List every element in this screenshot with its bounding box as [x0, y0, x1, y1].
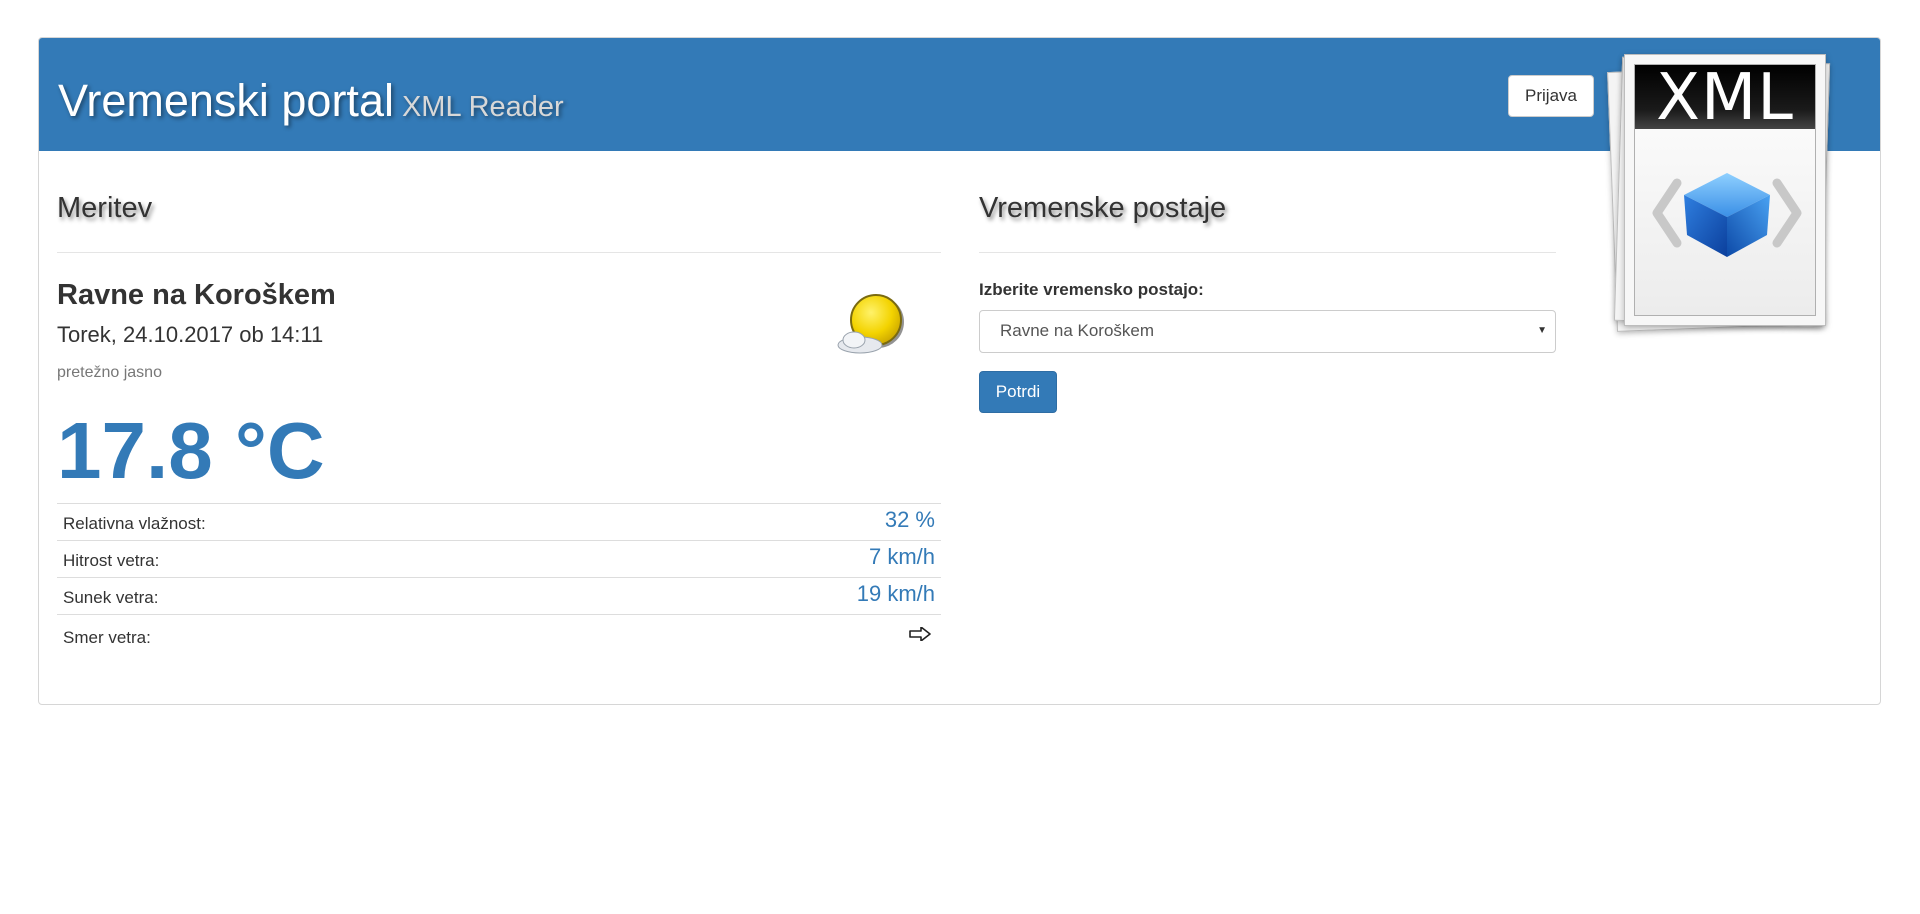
partly-cloudy-sun-icon	[837, 294, 904, 354]
wind-direction-label: Smer vetra:	[63, 628, 151, 647]
humidity-value: 32 %	[884, 507, 935, 532]
xml-sheet-front: XML	[1624, 54, 1826, 326]
wind-speed-value: 7 km/h	[868, 544, 935, 569]
station-select-label: Izberite vremensko postajo:	[979, 280, 1204, 299]
wind-gust-label: Sunek vetra:	[63, 588, 159, 607]
xml-sheet-inner: XML	[1634, 64, 1816, 316]
temperature-value: 17.8 °C	[57, 406, 325, 495]
weather-condition: pretežno jasno	[57, 364, 162, 381]
location-name: Ravne na Koroškem	[57, 279, 336, 311]
measurement-divider	[57, 252, 941, 253]
table-row: Sunek vetra: 19 km/h	[57, 577, 941, 614]
cube-icon	[1652, 173, 1802, 257]
measurement-section-title: Meritev	[57, 192, 153, 224]
chevron-down-icon: ▼	[1537, 325, 1547, 336]
xml-file-icon: XML	[1602, 52, 1838, 342]
table-row: Hitrost vetra: 7 km/h	[57, 540, 941, 577]
station-select[interactable]: Ravne na Koroškem ▼	[979, 310, 1556, 353]
xml-logo-text: XML	[1635, 65, 1815, 131]
app-brand: Vremenski portal XML Reader	[58, 75, 564, 127]
login-button[interactable]: Prijava	[1508, 75, 1594, 117]
station-select-value: Ravne na Koroškem	[1000, 321, 1155, 340]
humidity-label: Relativna vlažnost:	[63, 514, 206, 533]
wind-gust-value: 19 km/h	[856, 581, 935, 606]
stations-section-title: Vremenske postaje	[979, 192, 1227, 224]
stations-divider	[979, 252, 1556, 253]
submit-button[interactable]: Potrdi	[979, 371, 1057, 413]
wind-speed-label: Hitrost vetra:	[63, 551, 160, 570]
measurement-datetime: Torek, 24.10.2017 ob 14:11	[57, 322, 324, 347]
app-subtitle: XML Reader	[401, 91, 564, 123]
table-row: Smer vetra:	[57, 614, 941, 656]
app-title: Vremenski portal	[58, 75, 394, 126]
table-row: Relativna vlažnost: 32 %	[57, 503, 941, 540]
arrow-right-icon	[909, 627, 931, 641]
measurement-table: Relativna vlažnost: 32 % Hitrost vetra: …	[57, 503, 941, 656]
